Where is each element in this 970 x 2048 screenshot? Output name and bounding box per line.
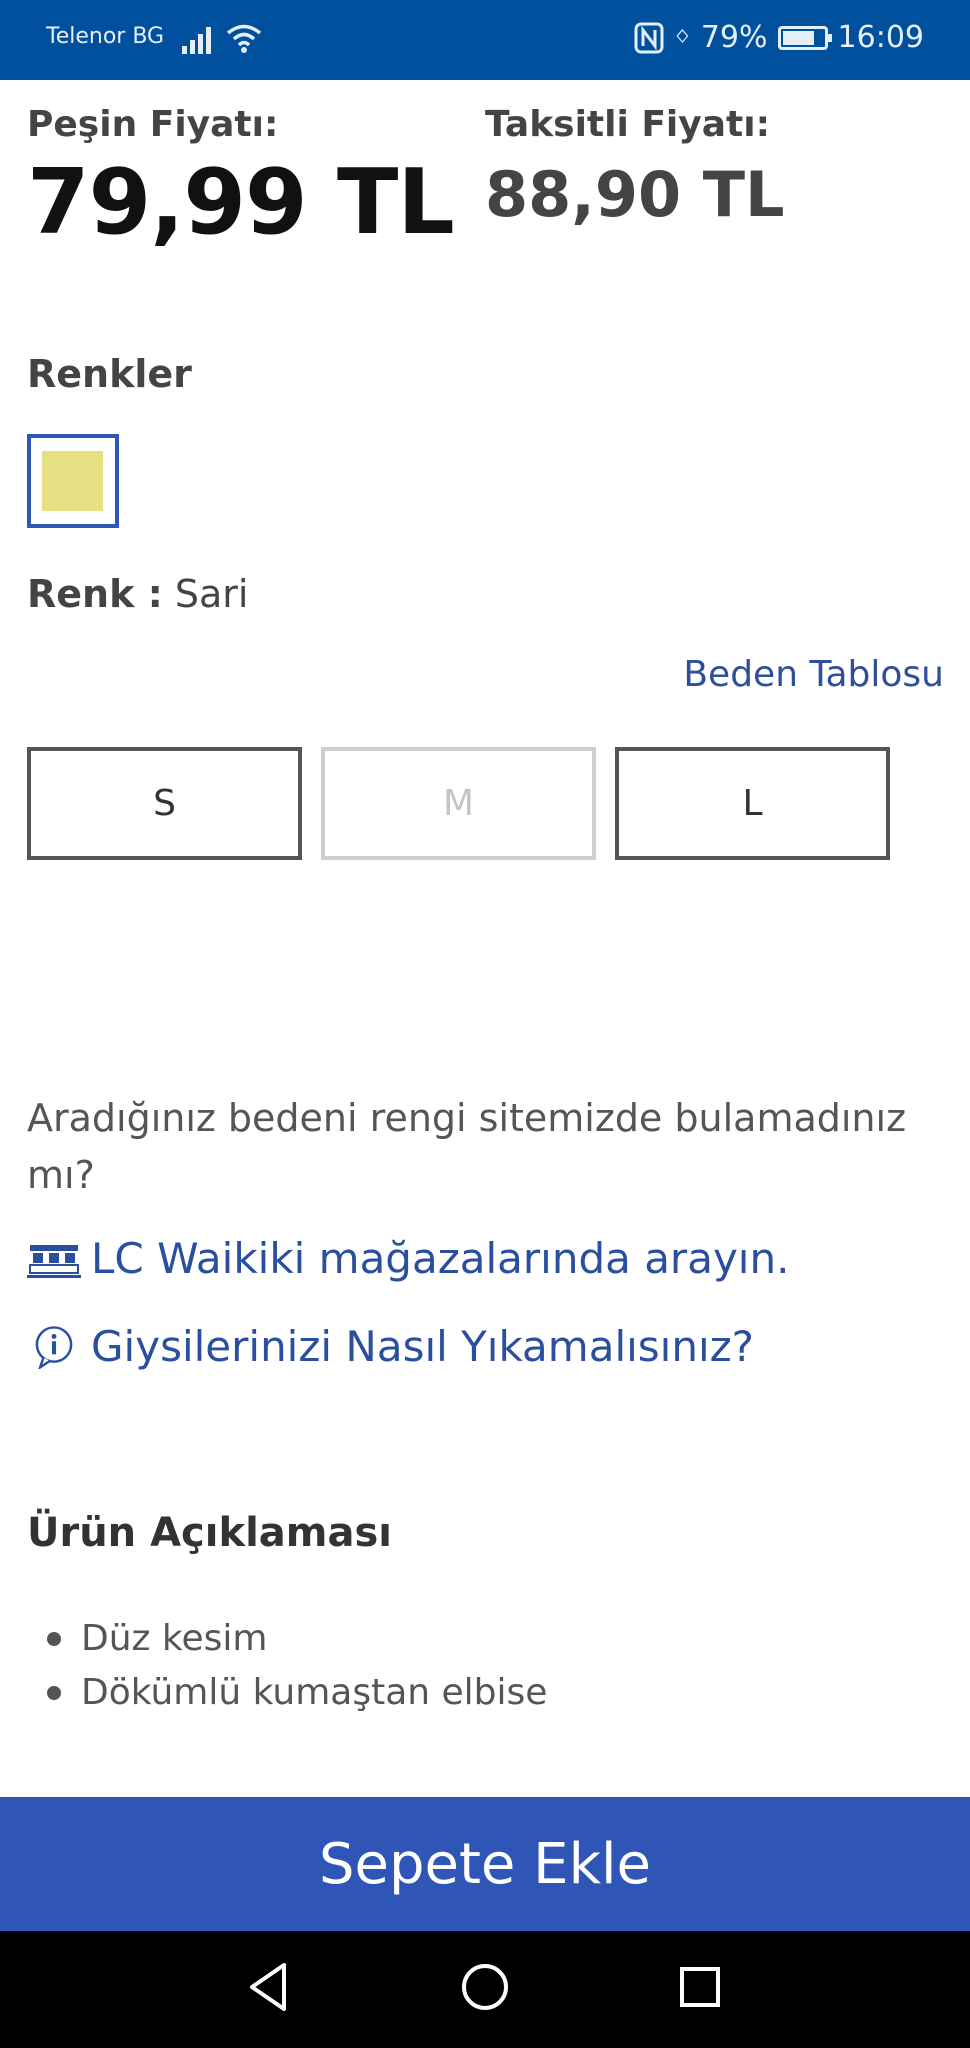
navigation-bar bbox=[0, 1931, 970, 2048]
washing-info-label: Giysilerinizi Nasıl Yıkamalısınız? bbox=[91, 1322, 754, 1371]
size-not-found-question: Aradığınız bedeni rengi sitemizde bulama… bbox=[27, 1096, 907, 1197]
installment-price-label: Taksitli Fiyatı: bbox=[485, 104, 770, 145]
size-option-s[interactable]: S bbox=[27, 747, 302, 860]
size-option-m: M bbox=[321, 747, 596, 860]
list-item: Dökümlü kumaştan elbise bbox=[27, 1666, 547, 1720]
battery-percent: 79% bbox=[700, 20, 768, 55]
add-to-cart-button[interactable]: Sepete Ekle bbox=[0, 1797, 970, 1931]
description-list: Düz kesim Dökümlü kumaştan elbise bbox=[27, 1612, 547, 1720]
colors-title: Renkler bbox=[27, 352, 192, 396]
carrier-name: Telenor BG bbox=[46, 24, 165, 49]
swatch-fill bbox=[42, 451, 103, 511]
selected-color-label: Renk : bbox=[27, 572, 163, 616]
status-bar: Telenor BG ᛜ 79% 16:09 bbox=[0, 0, 970, 80]
battery-fill bbox=[782, 30, 815, 45]
recent-apps-icon[interactable] bbox=[678, 1961, 722, 2013]
battery-icon bbox=[777, 25, 832, 50]
cash-price-label: Peşin Fiyatı: bbox=[27, 104, 279, 145]
back-icon[interactable] bbox=[246, 1961, 290, 2013]
nfc-icon bbox=[634, 22, 664, 53]
color-swatch-yellow[interactable] bbox=[27, 434, 119, 528]
selected-color: Renk : Sari bbox=[27, 572, 248, 616]
list-item: Düz kesim bbox=[27, 1612, 547, 1666]
cash-price: 79,99 TL bbox=[27, 150, 455, 255]
wifi-icon bbox=[226, 24, 262, 53]
signal-icon bbox=[182, 27, 211, 54]
washing-info-link[interactable]: Giysilerinizi Nasıl Yıkamalısınız? bbox=[27, 1322, 754, 1371]
store-search-link[interactable]: LC Waikiki mağazalarında arayın. bbox=[27, 1234, 789, 1283]
installment-price: 88,90 TL bbox=[485, 158, 785, 231]
store-search-label: LC Waikiki mağazalarında arayın. bbox=[91, 1234, 790, 1283]
status-right: ᛜ 79% 16:09 bbox=[634, 20, 924, 55]
size-table-link[interactable]: Beden Tablosu bbox=[683, 654, 944, 695]
store-icon bbox=[27, 1244, 81, 1278]
info-bubble-icon bbox=[35, 1325, 73, 1369]
description-title: Ürün Açıklaması bbox=[27, 1510, 392, 1556]
selected-color-value: Sari bbox=[174, 572, 249, 616]
clock: 16:09 bbox=[837, 20, 924, 55]
size-option-l[interactable]: L bbox=[615, 747, 890, 860]
bluetooth-icon: ᛜ bbox=[674, 21, 691, 54]
home-icon[interactable] bbox=[460, 1961, 510, 2013]
